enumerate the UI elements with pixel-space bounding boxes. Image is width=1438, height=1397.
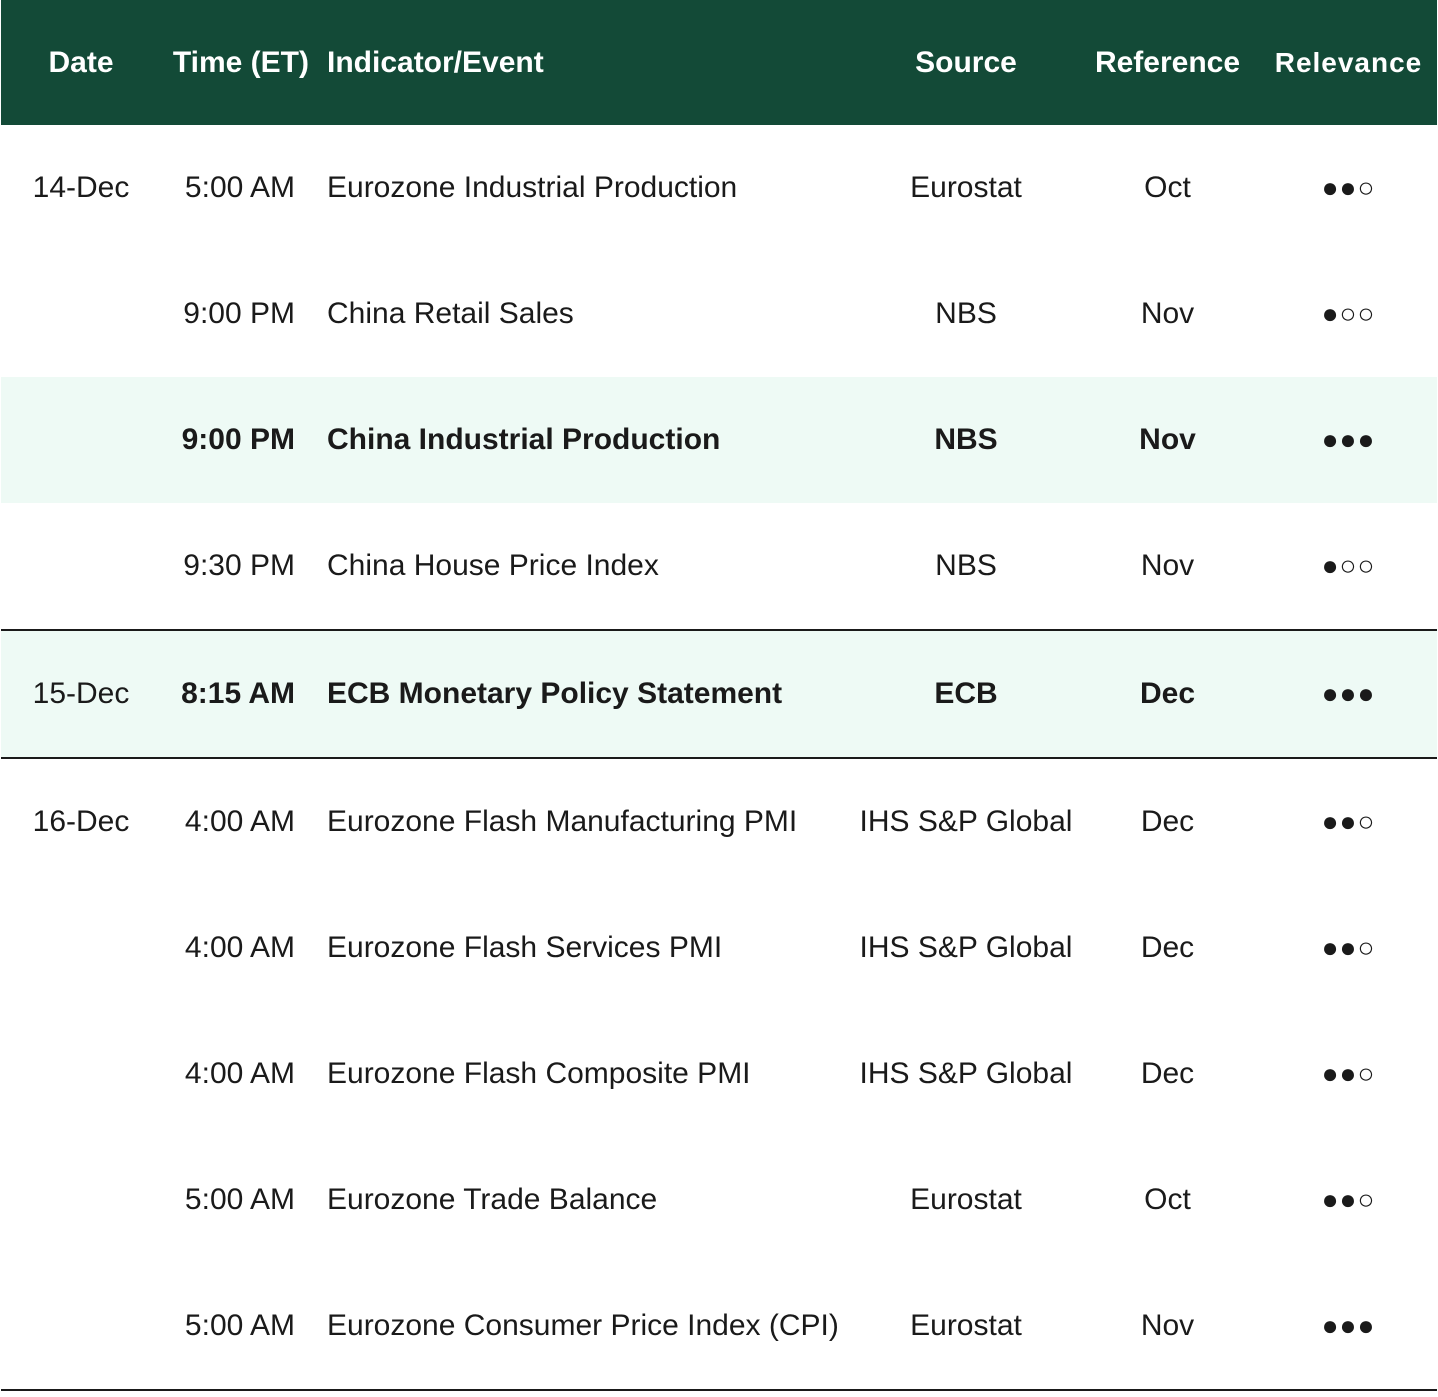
- row-date: 14-Dec: [32, 171, 130, 204]
- table-row: 5:00 AM Eurozone Trade Balance Eurostat …: [1, 1137, 1437, 1263]
- row-reference: Oct: [1144, 171, 1191, 204]
- row-event: Eurozone Flash Services PMI: [327, 931, 723, 964]
- row-source: IHS S&P Global: [859, 931, 1073, 964]
- row-event: Eurozone Trade Balance: [327, 1183, 658, 1216]
- table-row: 9:30 PM China House Price Index NBS Nov …: [1, 503, 1437, 629]
- row-source: ECB: [934, 677, 998, 710]
- relevance-dots-icon: ●○○: [1321, 550, 1376, 581]
- row-event: Eurozone Consumer Price Index (CPI): [327, 1309, 839, 1342]
- table-row-highlighted: 15-Dec 8:15 AM ECB Monetary Policy State…: [1, 629, 1437, 757]
- row-event: China House Price Index: [327, 549, 659, 582]
- row-time: 9:00 PM: [183, 297, 295, 330]
- row-reference: Nov: [1140, 1309, 1195, 1342]
- relevance-dots-icon: ●●○: [1321, 1184, 1376, 1215]
- relevance-dots-icon: ●●●: [1321, 424, 1376, 455]
- row-source: NBS: [935, 297, 997, 330]
- header-time: Time (ET): [172, 45, 309, 79]
- header-date: Date: [48, 45, 114, 79]
- row-reference: Dec: [1140, 1057, 1195, 1090]
- row-time: 5:00 AM: [184, 1183, 295, 1216]
- row-event: ECB Monetary Policy Statement: [327, 677, 783, 710]
- row-time: 4:00 AM: [184, 805, 295, 838]
- row-time: 9:00 PM: [181, 423, 295, 456]
- row-source: IHS S&P Global: [859, 1057, 1073, 1090]
- row-time: 4:00 AM: [184, 931, 295, 964]
- relevance-dots-icon: ●●●: [1321, 1310, 1376, 1341]
- row-time: 9:30 PM: [183, 549, 295, 582]
- table-row: 9:00 PM China Retail Sales NBS Nov ●○○: [1, 251, 1437, 377]
- row-time: 8:15 AM: [181, 677, 295, 710]
- row-date: 15-Dec: [32, 677, 130, 710]
- row-source: Eurostat: [910, 1309, 1022, 1342]
- row-time: 4:00 AM: [184, 1057, 295, 1090]
- table-row: 14-Dec 5:00 AM Eurozone Industrial Produ…: [1, 125, 1437, 251]
- table-row: 4:00 AM Eurozone Flash Composite PMI IHS…: [1, 1011, 1437, 1137]
- row-source: Eurostat: [910, 1183, 1022, 1216]
- row-event: Eurozone Industrial Production: [327, 171, 738, 204]
- row-reference: Nov: [1140, 549, 1195, 582]
- header-event: Indicator/Event: [327, 45, 544, 79]
- row-event: Eurozone Flash Composite PMI: [327, 1057, 751, 1090]
- row-event: Eurozone Flash Manufacturing PMI: [327, 805, 798, 838]
- relevance-dots-icon: ●●○: [1321, 806, 1376, 837]
- row-reference: Nov: [1140, 297, 1195, 330]
- table-header: Date Time (ET) Indicator/Event Source Re…: [1, 0, 1437, 125]
- row-time: 5:00 AM: [184, 171, 295, 204]
- economic-calendar-table: Date Time (ET) Indicator/Event Source Re…: [1, 0, 1437, 1391]
- relevance-dots-icon: ●●○: [1321, 172, 1376, 203]
- header-source: Source: [915, 45, 1017, 79]
- table-row: 4:00 AM Eurozone Flash Services PMI IHS …: [1, 885, 1437, 1011]
- relevance-dots-icon: ●○○: [1321, 298, 1376, 329]
- header-relevance: Relevance: [1274, 46, 1423, 78]
- row-source: IHS S&P Global: [859, 805, 1073, 838]
- table-row: 16-Dec 4:00 AM Eurozone Flash Manufactur…: [1, 757, 1437, 885]
- table-row: 5:00 AM Eurozone Consumer Price Index (C…: [1, 1263, 1437, 1391]
- relevance-dots-icon: ●●○: [1321, 932, 1376, 963]
- row-reference: Dec: [1139, 677, 1196, 710]
- row-reference: Dec: [1140, 931, 1195, 964]
- header-reference: Reference: [1094, 45, 1241, 79]
- row-reference: Oct: [1144, 1183, 1191, 1216]
- table-row-highlighted: 9:00 PM China Industrial Production NBS …: [1, 377, 1437, 503]
- row-source: NBS: [934, 423, 998, 456]
- relevance-dots-icon: ●●○: [1321, 1058, 1376, 1089]
- row-reference: Nov: [1139, 423, 1196, 456]
- row-event: China Industrial Production: [327, 423, 721, 456]
- row-reference: Dec: [1140, 805, 1195, 838]
- row-time: 5:00 AM: [184, 1309, 295, 1342]
- row-event: China Retail Sales: [327, 297, 574, 330]
- row-date: 16-Dec: [32, 805, 130, 838]
- row-source: Eurostat: [910, 171, 1022, 204]
- relevance-dots-icon: ●●●: [1321, 678, 1376, 709]
- row-source: NBS: [935, 549, 997, 582]
